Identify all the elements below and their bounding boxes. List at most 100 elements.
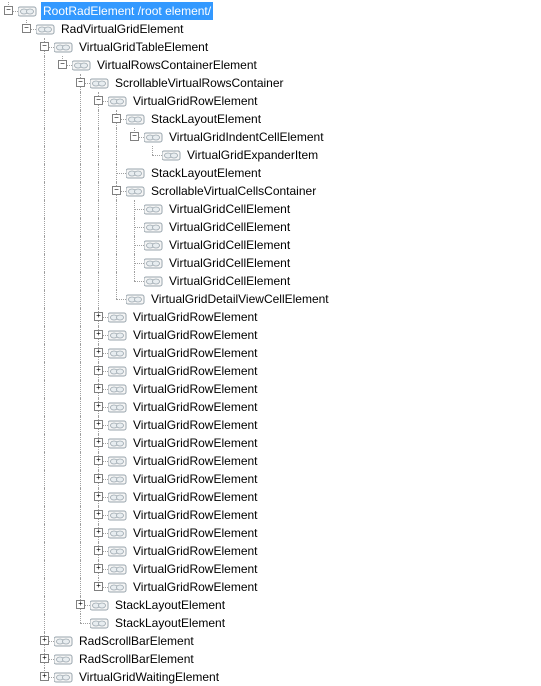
expand-icon[interactable]	[76, 600, 85, 609]
tree-node-row[interactable]: VirtualGridRowElement	[0, 362, 541, 380]
tree-node-label[interactable]: VirtualGridRowElement	[131, 326, 260, 344]
tree-node-label[interactable]: VirtualGridExpanderItem	[185, 146, 320, 164]
tree-node-row[interactable]: VirtualGridRowElement	[0, 398, 541, 416]
tree-node-label[interactable]: VirtualGridRowElement	[131, 470, 260, 488]
tree-node-label[interactable]: VirtualGridCellElement	[167, 218, 292, 236]
tree-node-row[interactable]: VirtualGridWaitingElement	[0, 668, 541, 686]
tree-node-label[interactable]: ScrollableVirtualRowsContainer	[113, 74, 286, 92]
expand-icon[interactable]	[40, 636, 49, 645]
tree-node-label[interactable]: VirtualGridRowElement	[131, 434, 260, 452]
expand-icon[interactable]	[94, 348, 103, 357]
tree-node-label[interactable]: VirtualGridCellElement	[167, 236, 292, 254]
expand-icon[interactable]	[94, 330, 103, 339]
tree-node-row[interactable]: VirtualGridDetailViewCellElement	[0, 290, 541, 308]
tree-node-label[interactable]: VirtualGridRowElement	[131, 398, 260, 416]
tree-node-label[interactable]: VirtualGridRowElement	[131, 380, 260, 398]
tree-node-row[interactable]: VirtualGridRowElement	[0, 470, 541, 488]
tree-node-label[interactable]: VirtualGridRowElement	[131, 452, 260, 470]
collapse-icon[interactable]	[112, 186, 121, 195]
tree-node-row[interactable]: RootRadElement /root element/	[0, 2, 541, 20]
tree-node-label[interactable]: VirtualGridCellElement	[167, 200, 292, 218]
tree-node-label[interactable]: VirtualGridDetailViewCellElement	[149, 290, 331, 308]
tree-node-label[interactable]: StackLayoutElement	[113, 614, 227, 632]
tree-view[interactable]: RootRadElement /root element/ RadVirtual…	[0, 2, 541, 686]
tree-node-label[interactable]: RadScrollBarElement	[77, 632, 196, 650]
tree-node-row[interactable]: VirtualGridRowElement	[0, 434, 541, 452]
tree-node-label[interactable]: VirtualGridRowElement	[131, 524, 260, 542]
tree-node-label[interactable]: StackLayoutElement	[149, 164, 263, 182]
tree-node-row[interactable]: VirtualGridRowElement	[0, 452, 541, 470]
expand-icon[interactable]	[94, 582, 103, 591]
tree-node-label[interactable]: VirtualGridRowElement	[131, 560, 260, 578]
tree-node-label[interactable]: VirtualGridRowElement	[131, 92, 260, 110]
tree-node-row[interactable]: VirtualGridRowElement	[0, 542, 541, 560]
tree-node-row[interactable]: StackLayoutElement	[0, 164, 541, 182]
tree-node-row[interactable]: VirtualGridRowElement	[0, 506, 541, 524]
expand-icon[interactable]	[40, 672, 49, 681]
tree-node-row[interactable]: VirtualGridCellElement	[0, 272, 541, 290]
tree-node-row[interactable]: StackLayoutElement	[0, 596, 541, 614]
tree-node-row[interactable]: VirtualGridRowElement	[0, 578, 541, 596]
tree-node-row[interactable]: VirtualGridRowElement	[0, 380, 541, 398]
tree-node-label[interactable]: StackLayoutElement	[149, 110, 263, 128]
tree-node-label[interactable]: RadScrollBarElement	[77, 650, 196, 668]
tree-node-label[interactable]: VirtualGridCellElement	[167, 272, 292, 290]
tree-node-label[interactable]: RadVirtualGridElement	[59, 20, 186, 38]
tree-node-row[interactable]: VirtualGridRowElement	[0, 344, 541, 362]
collapse-icon[interactable]	[112, 114, 121, 123]
tree-node-row[interactable]: RadScrollBarElement	[0, 650, 541, 668]
tree-node-row[interactable]: VirtualGridRowElement	[0, 524, 541, 542]
expand-icon[interactable]	[94, 402, 103, 411]
expand-icon[interactable]	[40, 654, 49, 663]
tree-node-row[interactable]: VirtualGridExpanderItem	[0, 146, 541, 164]
collapse-icon[interactable]	[130, 132, 139, 141]
expand-icon[interactable]	[94, 546, 103, 555]
tree-node-row[interactable]: VirtualGridRowElement	[0, 308, 541, 326]
expand-icon[interactable]	[94, 366, 103, 375]
tree-node-label[interactable]: VirtualGridTableElement	[77, 38, 210, 56]
tree-node-label[interactable]: RootRadElement /root element/	[41, 2, 213, 20]
collapse-icon[interactable]	[22, 24, 31, 33]
tree-node-label[interactable]: VirtualGridRowElement	[131, 506, 260, 524]
tree-node-row[interactable]: VirtualGridRowElement	[0, 416, 541, 434]
tree-node-row[interactable]: VirtualGridRowElement	[0, 92, 541, 110]
tree-node-row[interactable]: VirtualGridCellElement	[0, 200, 541, 218]
collapse-icon[interactable]	[76, 78, 85, 87]
expand-icon[interactable]	[94, 528, 103, 537]
tree-node-label[interactable]: VirtualGridCellElement	[167, 254, 292, 272]
tree-node-row[interactable]: VirtualGridIndentCellElement	[0, 128, 541, 146]
tree-node-label[interactable]: VirtualGridRowElement	[131, 362, 260, 380]
expand-icon[interactable]	[94, 420, 103, 429]
expand-icon[interactable]	[94, 510, 103, 519]
tree-node-label[interactable]: VirtualGridRowElement	[131, 344, 260, 362]
tree-node-row[interactable]: VirtualRowsContainerElement	[0, 56, 541, 74]
collapse-icon[interactable]	[40, 42, 49, 51]
tree-node-label[interactable]: StackLayoutElement	[113, 596, 227, 614]
expand-icon[interactable]	[94, 312, 103, 321]
collapse-icon[interactable]	[4, 6, 13, 15]
tree-node-label[interactable]: VirtualGridRowElement	[131, 542, 260, 560]
tree-node-row[interactable]: VirtualGridRowElement	[0, 488, 541, 506]
tree-node-label[interactable]: VirtualGridRowElement	[131, 488, 260, 506]
collapse-icon[interactable]	[58, 60, 67, 69]
tree-node-label[interactable]: VirtualGridRowElement	[131, 308, 260, 326]
expand-icon[interactable]	[94, 474, 103, 483]
expand-icon[interactable]	[94, 492, 103, 501]
tree-node-label[interactable]: ScrollableVirtualCellsContainer	[149, 182, 318, 200]
tree-node-row[interactable]: VirtualGridCellElement	[0, 236, 541, 254]
tree-node-row[interactable]: StackLayoutElement	[0, 614, 541, 632]
tree-node-row[interactable]: StackLayoutElement	[0, 110, 541, 128]
tree-node-row[interactable]: RadScrollBarElement	[0, 632, 541, 650]
collapse-icon[interactable]	[94, 96, 103, 105]
tree-node-row[interactable]: VirtualGridRowElement	[0, 560, 541, 578]
tree-node-label[interactable]: VirtualGridWaitingElement	[77, 668, 221, 686]
tree-node-row[interactable]: RadVirtualGridElement	[0, 20, 541, 38]
tree-node-row[interactable]: VirtualGridTableElement	[0, 38, 541, 56]
expand-icon[interactable]	[94, 456, 103, 465]
tree-node-label[interactable]: VirtualGridRowElement	[131, 416, 260, 434]
tree-node-row[interactable]: ScrollableVirtualRowsContainer	[0, 74, 541, 92]
expand-icon[interactable]	[94, 438, 103, 447]
tree-node-row[interactable]: VirtualGridCellElement	[0, 218, 541, 236]
tree-node-label[interactable]: VirtualRowsContainerElement	[95, 56, 259, 74]
tree-node-label[interactable]: VirtualGridIndentCellElement	[167, 128, 326, 146]
